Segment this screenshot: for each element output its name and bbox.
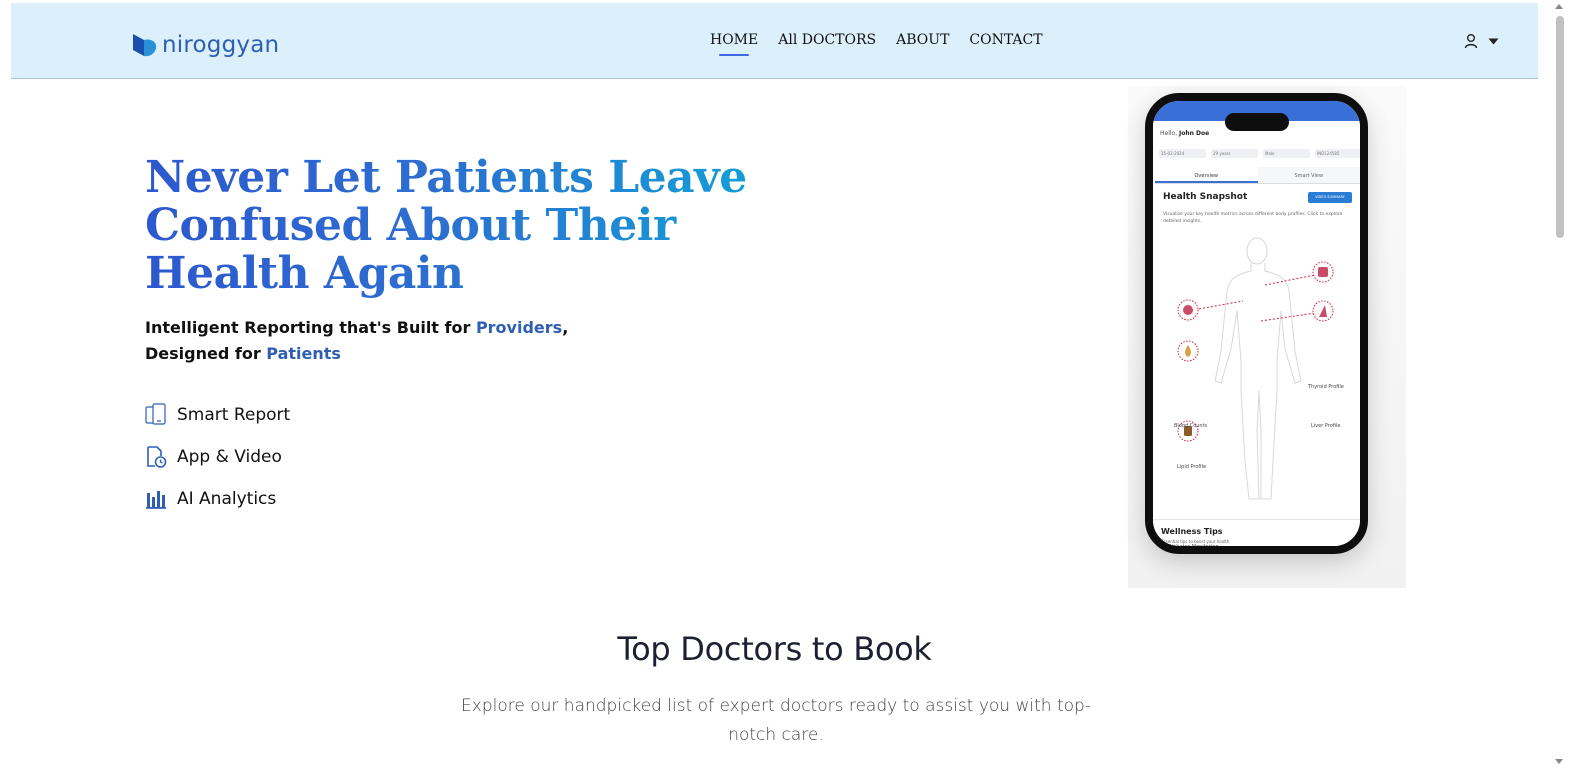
main-nav: HOME All DOCTORS ABOUT CONTACT xyxy=(710,32,1043,56)
subtitle-line-2: Designed for Patients xyxy=(145,341,568,367)
phone-divider xyxy=(1153,519,1360,520)
user-menu[interactable] xyxy=(1464,33,1499,49)
phone-tab-smart-view: Smart View xyxy=(1257,167,1360,183)
phone-snapshot-title: Health Snapshot xyxy=(1163,192,1248,202)
feature-label: App & Video xyxy=(177,447,282,467)
hero-title-line: Confused About Their xyxy=(145,200,676,251)
devices-icon xyxy=(145,403,166,425)
site-header: niroggyan HOME All DOCTORS ABOUT CONTACT xyxy=(11,3,1538,79)
phone-snapshot-desc: Visualize your key health metrics across… xyxy=(1163,212,1343,224)
nav-contact[interactable]: CONTACT xyxy=(969,32,1042,48)
phone-wellness-sub: Essential tips to boost your health xyxy=(1161,539,1230,544)
phone-notch xyxy=(1225,113,1289,131)
phone-field: 29 years xyxy=(1211,149,1258,158)
phone-field: IND124585 xyxy=(1315,149,1360,158)
feature-item-smart-report: Smart Report xyxy=(145,403,290,427)
nav-home[interactable]: HOME xyxy=(710,32,758,56)
feature-label: Smart Report xyxy=(177,405,291,425)
hero-title-line: Health Again xyxy=(145,248,464,299)
profile-label-thyroid: Thyroid Profile xyxy=(1308,384,1344,390)
phone-field: Male xyxy=(1263,149,1310,158)
phone-mockup: Hello, John Doe 15-02-2024 29 years Male… xyxy=(1145,93,1368,554)
subtitle-text: Designed for xyxy=(145,344,267,363)
hero-subtitle: Intelligent Reporting that's Built for P… xyxy=(145,315,568,367)
feature-label: AI Analytics xyxy=(177,489,277,509)
phone-greeting: Hello, John Doe xyxy=(1160,130,1209,137)
brand-name: niroggyan xyxy=(162,32,280,58)
profile-label-liver: Liver Profile xyxy=(1311,423,1341,429)
phone-info-fields: 15-02-2024 29 years Male IND124585 xyxy=(1159,149,1360,158)
feature-item-ai-analytics: AI Analytics xyxy=(145,487,290,511)
hero-title-line: Never Let Patients Leave xyxy=(145,152,747,203)
hero-title: Never Let Patients Leave Confused About … xyxy=(145,154,785,298)
subtitle-highlight-providers: Providers xyxy=(475,318,563,337)
bar-chart-icon xyxy=(146,491,166,509)
document-clock-icon xyxy=(147,446,167,468)
subtitle-comma: , xyxy=(562,318,569,337)
profile-label-blood: Blood Counts xyxy=(1174,423,1208,429)
page: niroggyan HOME All DOCTORS ABOUT CONTACT… xyxy=(11,0,1538,773)
caret-down-icon[interactable] xyxy=(1488,38,1499,45)
feature-item-app-video: App & Video xyxy=(145,445,290,469)
profile-label-diabetes: Diabetes Monitoring xyxy=(1168,544,1219,550)
profile-label-lipid: Lipid Profile xyxy=(1177,464,1207,470)
scrollbar-thumb[interactable] xyxy=(1556,16,1564,238)
nav-about[interactable]: ABOUT xyxy=(896,32,949,48)
greeting-prefix: Hello, xyxy=(1160,130,1180,137)
greeting-name: John Doe xyxy=(1179,130,1210,137)
scroll-down-arrow-icon[interactable] xyxy=(1555,759,1563,764)
phone-video-summary-button: VIDEO SUMMARY xyxy=(1308,192,1352,203)
phone-screen: Hello, John Doe 15-02-2024 29 years Male… xyxy=(1153,121,1360,546)
nav-all-doctors[interactable]: All DOCTORS xyxy=(778,32,876,48)
user-icon[interactable] xyxy=(1464,33,1478,49)
page-scrollbar[interactable] xyxy=(1551,0,1568,773)
subtitle-highlight-patients: Patients xyxy=(266,344,341,363)
subtitle-text: Intelligent Reporting that's Built for xyxy=(145,318,476,337)
feature-list: Smart Report App & Video AI Analytics xyxy=(145,403,290,529)
section-description: Explore our handpicked list of expert do… xyxy=(461,696,1091,745)
section-title: Top Doctors to Book xyxy=(617,630,932,668)
subtitle-line-1: Intelligent Reporting that's Built for P… xyxy=(145,315,568,341)
brand-logo[interactable]: niroggyan xyxy=(131,30,279,60)
leaf-logo-icon xyxy=(133,34,157,57)
phone-tab-overview: Overview xyxy=(1155,167,1258,183)
phone-field: 15-02-2024 xyxy=(1159,149,1206,158)
phone-wellness-title: Wellness Tips xyxy=(1161,527,1223,536)
phone-tabs: Overview Smart View xyxy=(1155,167,1360,184)
scroll-up-arrow-icon[interactable] xyxy=(1555,4,1563,9)
